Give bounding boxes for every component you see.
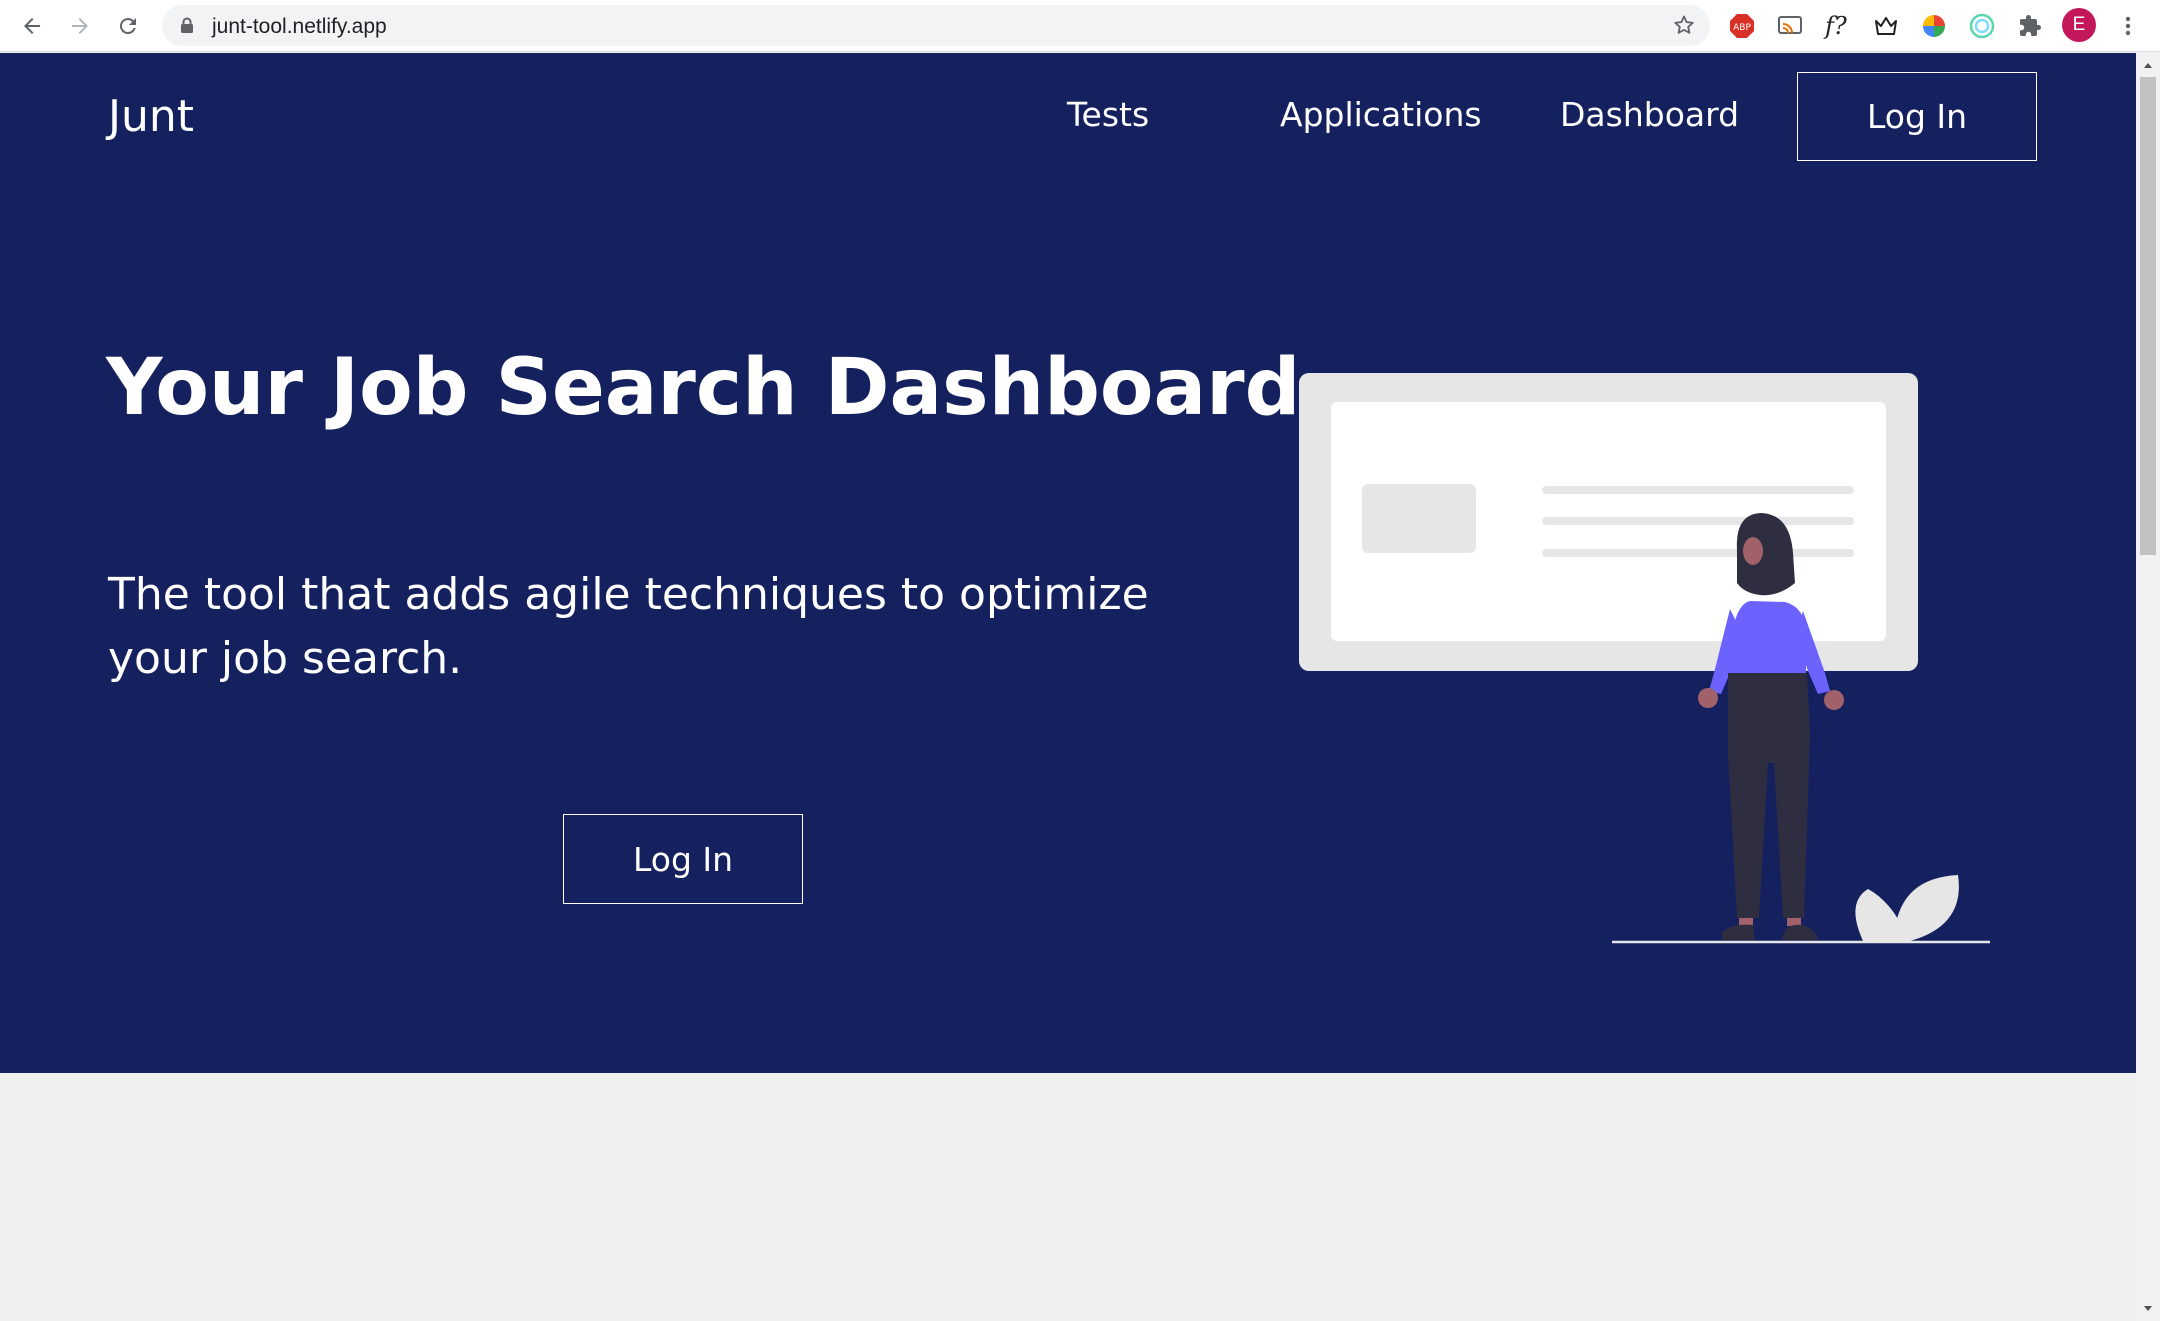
url-text: junt-tool.netlify.app xyxy=(212,15,387,38)
adblock-icon: ABP xyxy=(1730,14,1754,38)
nav-applications[interactable]: Applications xyxy=(1280,95,1482,134)
header-login-button[interactable]: Log In xyxy=(1797,72,2037,161)
scroll-up-arrow-icon[interactable] xyxy=(2142,59,2154,71)
hero-section: Junt Tests Applications Dashboard Log In… xyxy=(0,53,2136,1073)
extensions-button[interactable] xyxy=(2014,10,2046,42)
forward-icon xyxy=(72,18,88,34)
cast-icon xyxy=(1778,16,1802,34)
target-extension[interactable] xyxy=(1966,10,1998,42)
lock-icon xyxy=(181,17,193,33)
lower-section xyxy=(0,1073,2136,1321)
screen-line-3 xyxy=(1542,549,1854,557)
nav-tests[interactable]: Tests xyxy=(1067,95,1149,134)
header-login-label: Log In xyxy=(1866,97,1968,136)
back-button[interactable] xyxy=(14,8,50,44)
color-picker-icon xyxy=(1923,15,1945,37)
screen-line-2 xyxy=(1542,517,1854,525)
cast-extension[interactable] xyxy=(1774,10,1806,42)
crown-extension[interactable] xyxy=(1870,10,1902,42)
page-viewport: Junt Tests Applications Dashboard Log In… xyxy=(0,53,2136,1321)
back-icon xyxy=(24,18,40,34)
screen-line-1 xyxy=(1542,486,1854,494)
adblock-extension[interactable]: ABP xyxy=(1726,10,1758,42)
reload-button[interactable] xyxy=(110,8,146,44)
forward-button[interactable] xyxy=(62,8,98,44)
hero-login-button[interactable]: Log In xyxy=(563,814,803,904)
hero-subtitle: The tool that adds agile techniques to o… xyxy=(108,569,1149,684)
star-icon[interactable] xyxy=(1672,13,1696,37)
scroll-thumb[interactable] xyxy=(2140,77,2156,555)
font-identifier-extension[interactable]: f? xyxy=(1822,10,1854,42)
brand-logo[interactable]: Junt xyxy=(108,91,194,142)
hero-login-label: Log In xyxy=(632,839,734,879)
crown-icon xyxy=(1875,17,1897,35)
profile-avatar[interactable]: E xyxy=(2062,8,2096,42)
screen-placeholder-block xyxy=(1362,484,1476,553)
nav-dashboard[interactable]: Dashboard xyxy=(1560,95,1739,134)
page-scrollbar[interactable] xyxy=(2136,53,2160,1321)
extensions-icon xyxy=(2020,15,2041,36)
hero-title: Your Job Search Dashboard xyxy=(106,343,1301,433)
svg-text:ABP: ABP xyxy=(1733,23,1751,33)
color-picker-extension[interactable] xyxy=(1918,10,1950,42)
plant-leaf-right xyxy=(1894,875,1959,943)
svg-text:f?: f? xyxy=(1823,12,1847,40)
menu-icon xyxy=(2125,16,2131,36)
font-identifier-icon: f? xyxy=(1823,12,1847,40)
browser-menu-button[interactable] xyxy=(2112,10,2144,42)
scroll-down-arrow-icon[interactable] xyxy=(2142,1303,2154,1315)
target-icon xyxy=(1969,13,1995,39)
address-bar[interactable]: junt-tool.netlify.app xyxy=(162,5,1710,46)
dashboard-illustration xyxy=(1299,373,1990,944)
profile-initial: E xyxy=(2072,14,2086,35)
reload-icon xyxy=(119,18,136,35)
browser-toolbar: junt-tool.netlify.app ABP f? E xyxy=(0,0,2160,52)
